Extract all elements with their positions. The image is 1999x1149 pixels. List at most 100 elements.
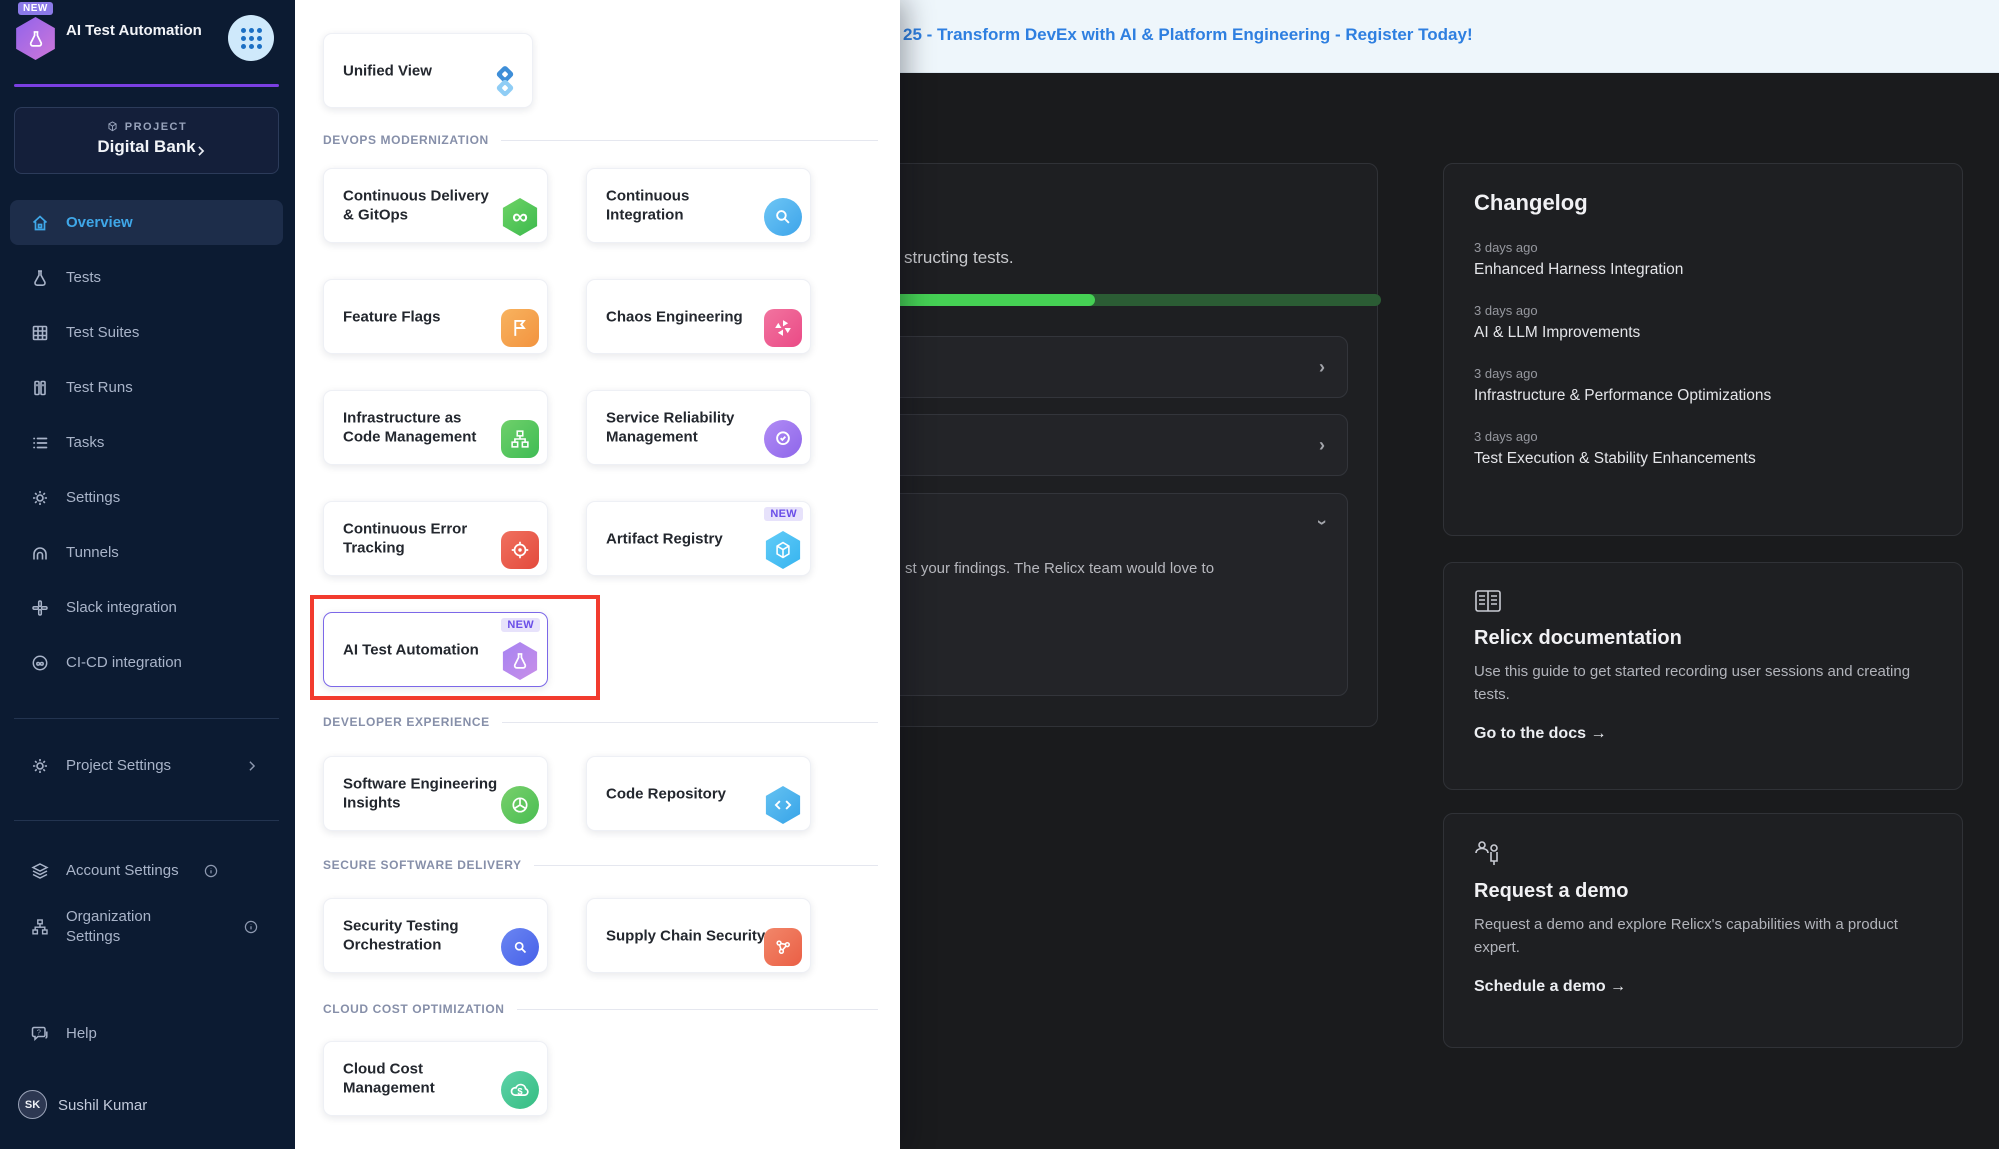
layers-icon bbox=[30, 861, 50, 881]
module-card-supply-chain-security[interactable]: Supply Chain Security bbox=[586, 898, 811, 973]
changelog-entry-time: 3 days ago bbox=[1474, 303, 1932, 318]
accent-divider bbox=[14, 84, 279, 87]
project-eyebrow-label: PROJECT bbox=[125, 121, 187, 133]
supply-chain-security-icon bbox=[764, 928, 802, 966]
section-header-cloud-cost: CLOUD COST OPTIMIZATION bbox=[323, 1002, 878, 1016]
sidebar: NEW AI Test Automation PROJECT Digital B… bbox=[0, 0, 295, 1149]
request-demo-body: Request a demo and explore Relicx's capa… bbox=[1474, 913, 1919, 960]
app-window: 25 - Transform DevEx with AI & Platform … bbox=[0, 0, 1999, 1149]
changelog-entry-title[interactable]: Enhanced Harness Integration bbox=[1474, 261, 1932, 279]
sidebar-item-help[interactable]: ? Help bbox=[10, 1011, 283, 1056]
sidebar-item-account-settings[interactable]: Account Settings bbox=[10, 848, 283, 893]
module-card-artifact-registry[interactable]: NEW Artifact Registry bbox=[586, 501, 811, 576]
changelog-entry-time: 3 days ago bbox=[1474, 240, 1932, 255]
promo-banner-text[interactable]: 25 - Transform DevEx with AI & Platform … bbox=[903, 25, 1473, 45]
chevron-right-icon[interactable]: › bbox=[1319, 357, 1325, 378]
onboarding-step-expanded[interactable]: › st your findings. The Relicx team woul… bbox=[879, 493, 1348, 696]
sidebar-item-settings[interactable]: Settings bbox=[10, 475, 283, 520]
sidebar-item-cicd-integration[interactable]: CI-CD integration bbox=[10, 640, 283, 685]
sidebar-item-project-settings[interactable]: Project Settings bbox=[10, 743, 283, 788]
info-icon bbox=[203, 863, 219, 879]
sidebar-item-label: Help bbox=[66, 1025, 97, 1042]
devops-module-grid: Continuous Delivery & GitOps ∞ Continuou… bbox=[323, 168, 848, 687]
org-chart-icon bbox=[30, 917, 50, 937]
svg-text:$: $ bbox=[517, 1086, 523, 1097]
schedule-demo-link[interactable]: Schedule a demo → bbox=[1474, 978, 1932, 996]
module-card-ai-test-automation[interactable]: NEW AI Test Automation bbox=[323, 612, 548, 687]
module-card-cloud-cost-management[interactable]: Cloud Cost Management $ bbox=[323, 1041, 548, 1116]
new-badge: NEW bbox=[501, 618, 540, 632]
onboarding-step-row[interactable]: › bbox=[879, 336, 1348, 398]
module-card-iac-management[interactable]: Infrastructure as Code Management bbox=[323, 390, 548, 465]
software-engineering-insights-icon bbox=[501, 786, 539, 824]
gear-icon bbox=[30, 488, 50, 508]
sidebar-item-tests[interactable]: Tests bbox=[10, 255, 283, 300]
iac-management-icon bbox=[501, 420, 539, 458]
request-demo-title: Request a demo bbox=[1474, 880, 1932, 903]
changelog-entry-title[interactable]: AI & LLM Improvements bbox=[1474, 324, 1932, 342]
module-card-service-reliability[interactable]: Service Reliability Management bbox=[586, 390, 811, 465]
expanded-step-text-fragment: st your findings. The Relicx team would … bbox=[905, 560, 1214, 577]
changelog-entry-title[interactable]: Infrastructure & Performance Optimizatio… bbox=[1474, 387, 1932, 405]
chaos-engineering-icon bbox=[764, 309, 802, 347]
module-card-label: Continuous Delivery & GitOps bbox=[343, 186, 503, 225]
sidebar-item-label: Test Suites bbox=[66, 324, 139, 341]
section-title: DEVELOPER EXPERIENCE bbox=[323, 715, 490, 729]
sidebar-item-label: Tasks bbox=[66, 434, 104, 451]
module-card-unified-view[interactable]: Unified View bbox=[323, 33, 533, 108]
module-picker-button[interactable] bbox=[228, 15, 274, 61]
module-card-security-testing[interactable]: Security Testing Orchestration bbox=[323, 898, 548, 973]
module-card-label: Supply Chain Security bbox=[606, 926, 766, 946]
chevron-right-icon[interactable]: › bbox=[1319, 435, 1325, 456]
module-card-code-repository[interactable]: Code Repository bbox=[586, 756, 811, 831]
section-header-devops: DEVOPS MODERNIZATION bbox=[323, 133, 878, 147]
project-name: Digital Bank bbox=[15, 137, 278, 157]
onboarding-step-row[interactable]: › bbox=[879, 414, 1348, 476]
module-card-label: Service Reliability Management bbox=[606, 408, 766, 447]
documentation-body: Use this guide to get started recording … bbox=[1474, 660, 1919, 707]
section-divider bbox=[501, 140, 878, 141]
section-header-developer-experience: DEVELOPER EXPERIENCE bbox=[323, 715, 878, 729]
changelog-entry-title[interactable]: Test Execution & Stability Enhancements bbox=[1474, 450, 1932, 468]
project-selector[interactable]: PROJECT Digital Bank bbox=[14, 107, 279, 174]
section-title: SECURE SOFTWARE DELIVERY bbox=[323, 858, 522, 872]
sidebar-item-tunnels[interactable]: Tunnels bbox=[10, 530, 283, 575]
sidebar-item-test-runs[interactable]: Test Runs bbox=[10, 365, 283, 410]
sidebar-item-label: Slack integration bbox=[66, 599, 177, 616]
request-demo-card: Request a demo Request a demo and explor… bbox=[1443, 813, 1963, 1048]
getting-started-text-fragment: structing tests. bbox=[904, 248, 1014, 268]
sidebar-divider bbox=[14, 718, 279, 719]
secure-delivery-grid: Security Testing Orchestration Supply Ch… bbox=[323, 898, 848, 973]
module-card-software-engineering-insights[interactable]: Software Engineering Insights bbox=[323, 756, 548, 831]
app-logo-icon[interactable] bbox=[14, 17, 57, 60]
go-to-docs-link[interactable]: Go to the docs → bbox=[1474, 725, 1932, 743]
module-card-continuous-integration[interactable]: Continuous Integration bbox=[586, 168, 811, 243]
sidebar-item-slack-integration[interactable]: Slack integration bbox=[10, 585, 283, 630]
sidebar-item-overview[interactable]: Overview bbox=[10, 200, 283, 245]
module-card-error-tracking[interactable]: Continuous Error Tracking bbox=[323, 501, 548, 576]
sidebar-item-tasks[interactable]: Tasks bbox=[10, 420, 283, 465]
sidebar-item-label: Account Settings bbox=[66, 862, 179, 879]
sidebar-item-label: Organization Settings bbox=[66, 907, 196, 948]
module-card-chaos-engineering[interactable]: Chaos Engineering bbox=[586, 279, 811, 354]
cube-icon bbox=[106, 120, 119, 133]
list-icon bbox=[30, 433, 50, 453]
user-avatar[interactable]: SK bbox=[18, 1090, 47, 1119]
changelog-entry-time: 3 days ago bbox=[1474, 366, 1932, 381]
sidebar-item-test-suites[interactable]: Test Suites bbox=[10, 310, 283, 355]
chevron-down-icon[interactable]: › bbox=[1312, 520, 1333, 526]
module-card-continuous-delivery[interactable]: Continuous Delivery & GitOps ∞ bbox=[323, 168, 548, 243]
sidebar-item-label: Settings bbox=[66, 489, 120, 506]
module-card-feature-flags[interactable]: Feature Flags bbox=[323, 279, 548, 354]
app-title: AI Test Automation bbox=[66, 21, 216, 41]
sidebar-item-organization-settings[interactable]: Organization Settings bbox=[10, 898, 283, 956]
user-name[interactable]: Sushil Kumar bbox=[58, 1097, 147, 1114]
section-title: DEVOPS MODERNIZATION bbox=[323, 133, 489, 147]
chevron-right-icon bbox=[245, 759, 259, 773]
service-reliability-icon bbox=[764, 420, 802, 458]
module-card-label: Cloud Cost Management bbox=[343, 1059, 503, 1098]
section-divider bbox=[502, 722, 878, 723]
section-title: CLOUD COST OPTIMIZATION bbox=[323, 1002, 505, 1016]
info-icon bbox=[243, 919, 259, 935]
help-chat-icon: ? bbox=[30, 1024, 50, 1044]
